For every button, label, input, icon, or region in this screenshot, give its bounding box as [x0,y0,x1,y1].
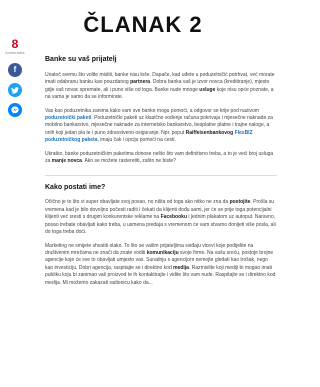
article-title: ČLANAK 2 [83,12,203,37]
section-heading: Kako postati ime? [45,184,106,192]
paragraph: Ukratko, banke poduzetničkim paketima do… [45,150,274,165]
paragraph: Vas kao poduzetnika zanima kako vam sve … [45,107,273,144]
twitter-icon [11,86,19,94]
link-poduzetnicki-paketi[interactable]: poduzetnički paketi [45,115,91,121]
share-rail: 8 komentara f [4,38,26,117]
paragraph: Marketing ne smijete shvatiti olako. To … [45,242,276,286]
comment-count[interactable]: 8 [4,38,26,50]
messenger-share-button[interactable] [8,103,22,117]
twitter-share-button[interactable] [8,83,22,97]
facebook-icon: f [13,65,17,74]
divider [45,175,277,177]
paragraph: Očično je to što vi super obavljate svoj… [45,199,276,236]
paragraph: Unatoč svemu što volite misliti, banke n… [45,72,275,101]
facebook-share-button[interactable]: f [8,63,22,77]
section-heading: Banke su vaš prijatelj [45,56,117,63]
comment-count-label: komentara [5,50,25,55]
article-body: Banke su vaš prijatelj Unatoč svemu što … [45,56,277,293]
messenger-icon [11,106,19,114]
